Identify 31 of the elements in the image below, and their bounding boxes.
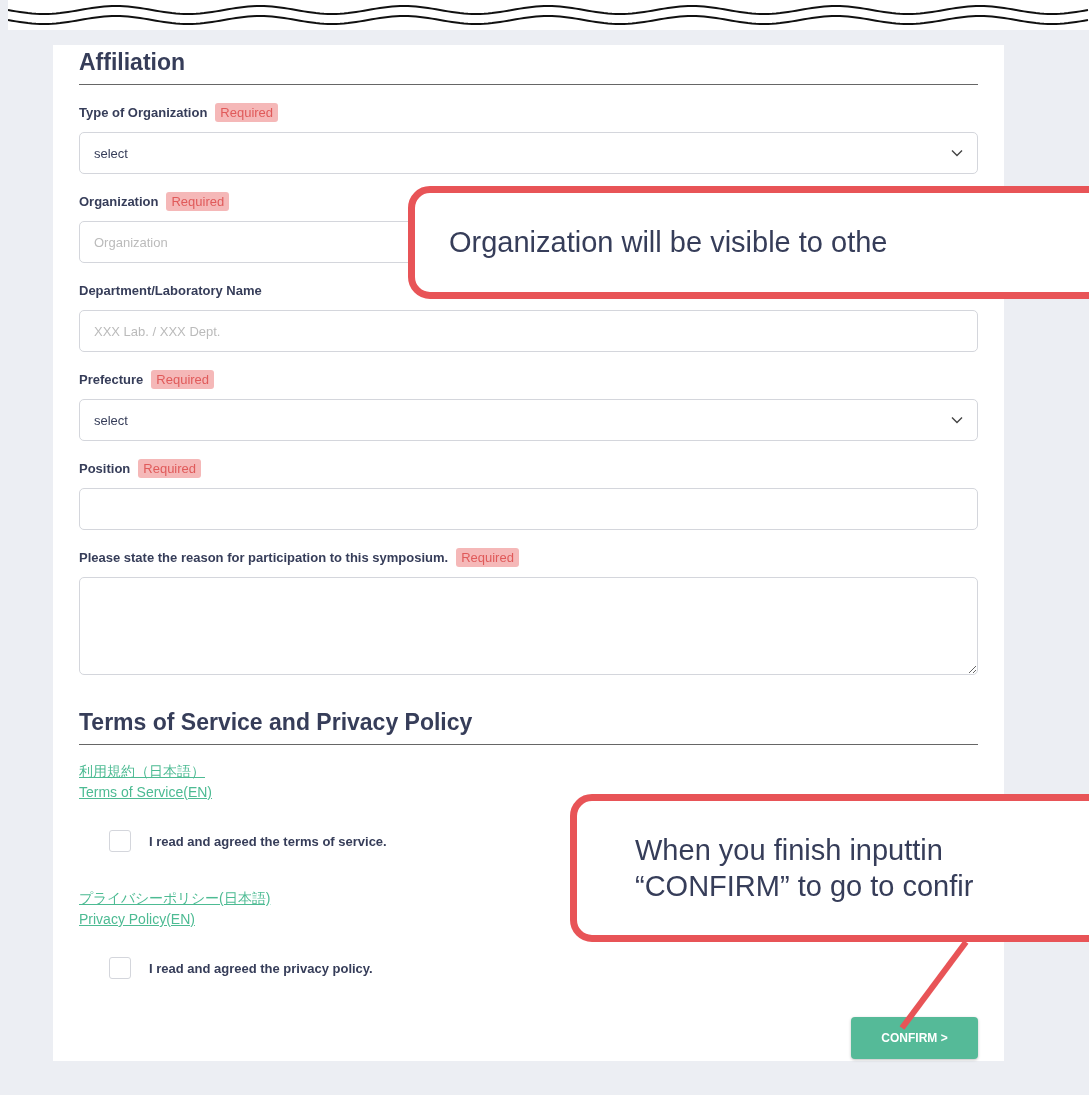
policy-link[interactable]: Privacy Policy(EN) <box>79 911 195 927</box>
required-badge: Required <box>166 191 230 211</box>
text-area[interactable] <box>79 577 978 675</box>
callout-text: Organization will be visible to othe <box>449 225 888 261</box>
checkbox-label: I read and agreed the terms of service. <box>149 833 387 849</box>
policy-link[interactable]: 利用規約（日本語） <box>79 763 205 781</box>
select-field[interactable]: select <box>79 399 978 441</box>
required-badge: Required <box>215 102 279 122</box>
field-label: Prefecture <box>79 371 144 387</box>
chevron-down-icon <box>951 416 963 424</box>
checkbox[interactable] <box>109 957 131 979</box>
checkbox[interactable] <box>109 830 131 852</box>
section-heading: Affiliation <box>79 49 978 85</box>
input-field[interactable] <box>79 488 978 530</box>
callout-text: When you finish inputtin “CONFIRM” to go to confir <box>635 832 974 904</box>
select-field[interactable]: select <box>79 132 978 174</box>
policy-link[interactable]: プライバシーポリシー(日本語) <box>79 890 271 908</box>
policy-link[interactable]: Terms of Service(EN) <box>79 784 213 800</box>
section-heading: Terms of Service and Privacy Policy <box>79 709 978 745</box>
required-badge: Required <box>138 458 202 478</box>
field-label: Please state the reason for participation to this symposium. <box>79 549 449 565</box>
field-label: Department/Laboratory Name <box>79 282 262 298</box>
checkbox-label: I read and agreed the privacy policy. <box>149 960 373 976</box>
required-badge: Required <box>456 547 519 567</box>
field-label: Type of Organization <box>79 104 208 120</box>
input-field[interactable]: XXX Lab. / XXX Dept. <box>79 310 978 352</box>
chevron-down-icon <box>951 149 963 157</box>
field-label: Organization <box>79 193 159 209</box>
confirm-button[interactable]: CONFIRM > <box>851 1017 978 1059</box>
required-badge: Required <box>151 369 215 389</box>
field-label: Position <box>79 460 131 476</box>
